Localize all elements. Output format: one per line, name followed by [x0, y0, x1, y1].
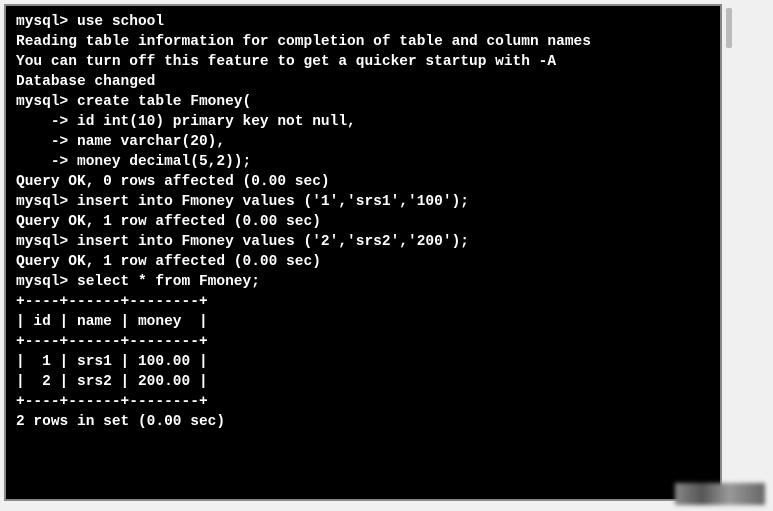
- terminal-line: | id | name | money |: [16, 312, 710, 332]
- terminal-line: 2 rows in set (0.00 sec): [16, 412, 710, 432]
- terminal-line: +----+------+--------+: [16, 392, 710, 412]
- redacted-region: [675, 483, 765, 505]
- terminal-line: Query OK, 1 row affected (0.00 sec): [16, 252, 710, 272]
- scrollbar-thumb[interactable]: [726, 8, 732, 48]
- terminal-line: Query OK, 0 rows affected (0.00 sec): [16, 172, 710, 192]
- terminal-line: Reading table information for completion…: [16, 32, 710, 52]
- terminal-line: -> money decimal(5,2));: [16, 152, 710, 172]
- terminal-line: | 2 | srs2 | 200.00 |: [16, 372, 710, 392]
- terminal-line: -> id int(10) primary key not null,: [16, 112, 710, 132]
- terminal-line: +----+------+--------+: [16, 332, 710, 352]
- terminal-line: Database changed: [16, 72, 710, 92]
- terminal-line: mysql> select * from Fmoney;: [16, 272, 710, 292]
- terminal-line: -> name varchar(20),: [16, 132, 710, 152]
- terminal-window: mysql> use schoolReading table informati…: [0, 4, 773, 511]
- terminal-line: mysql> use school: [16, 12, 710, 32]
- terminal-line: Query OK, 1 row affected (0.00 sec): [16, 212, 710, 232]
- terminal-output[interactable]: mysql> use schoolReading table informati…: [4, 4, 722, 501]
- terminal-line: +----+------+--------+: [16, 292, 710, 312]
- terminal-line: You can turn off this feature to get a q…: [16, 52, 710, 72]
- terminal-line: mysql> insert into Fmoney values ('2','s…: [16, 232, 710, 252]
- terminal-line: mysql> insert into Fmoney values ('1','s…: [16, 192, 710, 212]
- terminal-line: mysql> create table Fmoney(: [16, 92, 710, 112]
- terminal-line: | 1 | srs1 | 100.00 |: [16, 352, 710, 372]
